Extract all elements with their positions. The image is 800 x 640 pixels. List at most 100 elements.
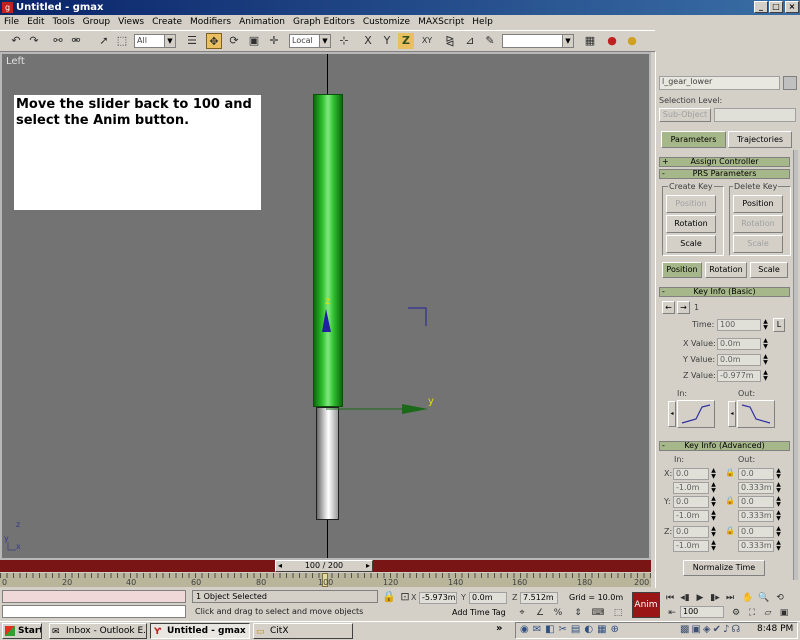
xvalue-field[interactable]: 0.0m: [717, 338, 761, 350]
field-of-view-icon[interactable]: ▱: [760, 605, 776, 621]
axis-y-button[interactable]: Y: [379, 33, 395, 49]
link-icon[interactable]: ⚯: [50, 33, 66, 49]
coord-x-field[interactable]: -5.973m: [419, 592, 457, 604]
play-icon[interactable]: ▶: [692, 590, 708, 606]
zoom-extents-icon[interactable]: ⛶: [744, 605, 760, 621]
named-selection-icon[interactable]: ✎: [482, 33, 498, 49]
lock-key-button[interactable]: L: [773, 318, 785, 332]
menu-create[interactable]: Create: [148, 15, 186, 29]
mirror-icon[interactable]: ⧎: [442, 33, 458, 49]
tray-status-icons[interactable]: ▩▣◈✔♪☊: [680, 624, 742, 635]
adv-z-out-m-field[interactable]: 0.333m: [738, 540, 774, 552]
adv-z-out-spinner[interactable]: ▲ ▼: [775, 526, 782, 538]
render-icon[interactable]: ●: [604, 33, 620, 49]
time-spinner[interactable]: ▲ ▼: [762, 319, 769, 331]
object-color-swatch[interactable]: [783, 76, 797, 90]
coord-z-field[interactable]: 7.512m: [520, 592, 558, 604]
snap-toggle-icon[interactable]: ⌖: [514, 605, 530, 621]
adv-z-lock-icon[interactable]: 🔒: [725, 526, 735, 535]
zvalue-field[interactable]: -0.977m: [717, 370, 761, 382]
menu-maxscript[interactable]: MAXScript: [414, 15, 468, 29]
start-button[interactable]: Start: [2, 623, 42, 639]
menu-tools[interactable]: Tools: [49, 15, 79, 29]
adv-x-in-field[interactable]: 0.0: [673, 468, 709, 480]
out-tangent-button[interactable]: [737, 400, 775, 428]
menu-views[interactable]: Views: [114, 15, 148, 29]
task-outlook[interactable]: ✉ Inbox - Outlook E...: [49, 623, 147, 639]
out-prev-arrow-icon[interactable]: ◂: [728, 401, 736, 427]
maximize-button[interactable]: □: [769, 1, 783, 13]
task-gmax[interactable]: Ƴ Untitled - gmax: [150, 623, 250, 639]
adv-x-in-m-spinner[interactable]: ▲ ▼: [710, 482, 717, 494]
current-frame-field[interactable]: 100: [680, 606, 724, 618]
time-config-icon[interactable]: ⚙: [728, 605, 744, 621]
min-max-toggle-icon[interactable]: ▣: [776, 605, 792, 621]
adv-y-in-m-field[interactable]: -1.0m: [673, 510, 709, 522]
redo-icon[interactable]: ↷: [26, 33, 42, 49]
tab-trajectories[interactable]: Trajectories: [728, 131, 792, 148]
menu-modifiers[interactable]: Modifiers: [186, 15, 235, 29]
next-frame-icon[interactable]: ▮▸: [707, 590, 723, 606]
scale-icon[interactable]: ▣: [246, 33, 262, 49]
adv-z-out-field[interactable]: 0.0: [738, 526, 774, 538]
rotate-icon[interactable]: ⟳: [226, 33, 242, 49]
adv-x-out-field[interactable]: 0.0: [738, 468, 774, 480]
key-info-advanced-rollout[interactable]: - Key Info (Advanced): [659, 441, 790, 451]
axis-z-button[interactable]: Z: [398, 33, 414, 49]
sub-object-button[interactable]: Sub-Object: [659, 108, 711, 122]
add-time-tag-button[interactable]: Add Time Tag: [452, 608, 506, 617]
align-icon[interactable]: ⊿: [462, 33, 478, 49]
adv-y-in-spinner[interactable]: ▲ ▼: [710, 496, 717, 508]
axis-x-button[interactable]: X: [360, 33, 376, 49]
delete-rotation-key-button[interactable]: Rotation: [733, 215, 783, 233]
time-field[interactable]: 100: [717, 319, 761, 331]
xvalue-spinner[interactable]: ▲ ▼: [762, 338, 769, 350]
unlink-icon[interactable]: ⚮: [68, 33, 84, 49]
create-rotation-key-button[interactable]: Rotation: [666, 215, 716, 233]
adv-z-out-m-spinner[interactable]: ▲ ▼: [775, 540, 782, 552]
adv-z-in-m-spinner[interactable]: ▲ ▼: [710, 540, 717, 552]
slider-left-arrow-icon[interactable]: ◂: [278, 561, 282, 571]
tray-icons[interactable]: ◉✉◧✂▤◐▦⊕: [520, 624, 623, 635]
delete-position-key-button[interactable]: Position: [733, 195, 783, 213]
anim-button[interactable]: Anim: [632, 592, 660, 618]
minimize-button[interactable]: _: [754, 1, 768, 13]
mode-rotation-button[interactable]: Rotation: [705, 262, 747, 278]
adv-y-in-m-spinner[interactable]: ▲ ▼: [710, 510, 717, 522]
assign-controller-rollout[interactable]: + Assign Controller: [659, 157, 790, 167]
tab-parameters[interactable]: Parameters: [661, 131, 726, 148]
selection-lock-icon[interactable]: 🔒: [381, 589, 397, 605]
adv-x-in-spinner[interactable]: ▲ ▼: [710, 468, 717, 480]
yvalue-spinner[interactable]: ▲ ▼: [762, 354, 769, 366]
create-position-key-button[interactable]: Position: [666, 195, 716, 213]
prev-key-arrow-icon[interactable]: ←: [662, 301, 675, 314]
spinner-snap-icon[interactable]: ⇕: [570, 605, 586, 621]
adv-y-out-spinner[interactable]: ▲ ▼: [775, 496, 782, 508]
percent-snap-icon[interactable]: %: [550, 605, 566, 621]
slider-right-arrow-icon[interactable]: ▸: [366, 561, 370, 571]
prs-parameters-rollout[interactable]: - PRS Parameters: [659, 169, 790, 179]
transform-center-icon[interactable]: ⊹: [336, 33, 352, 49]
yvalue-field[interactable]: 0.0m: [717, 354, 761, 366]
object-name-field[interactable]: l_gear_lower: [659, 76, 780, 90]
menu-help[interactable]: Help: [468, 15, 497, 29]
quick-render-icon[interactable]: ●: [624, 33, 640, 49]
sub-object-dropdown[interactable]: [714, 108, 796, 122]
key-mode-icon[interactable]: ⇤: [664, 605, 680, 621]
menu-file[interactable]: File: [0, 15, 23, 29]
select-arrow-icon[interactable]: ➚: [96, 33, 112, 49]
delete-scale-key-button[interactable]: Scale: [733, 235, 783, 253]
pan-icon[interactable]: ✋: [740, 590, 756, 606]
selection-filter-dropdown[interactable]: All ▼: [134, 34, 176, 48]
adv-y-in-field[interactable]: 0.0: [673, 496, 709, 508]
next-key-arrow-icon[interactable]: →: [677, 301, 690, 314]
maxscript-input[interactable]: [2, 605, 186, 618]
time-slider[interactable]: ◂ 100 / 200 ▸: [275, 560, 373, 572]
maxscript-listener[interactable]: [2, 590, 186, 603]
axis-xy-button[interactable]: XY: [418, 33, 436, 49]
named-selection-dropdown[interactable]: ▼: [502, 34, 574, 48]
in-prev-arrow-icon[interactable]: ◂: [668, 401, 676, 427]
adv-y-lock-icon[interactable]: 🔒: [725, 496, 735, 505]
adv-x-in-m-field[interactable]: -1.0m: [673, 482, 709, 494]
mode-position-button[interactable]: Position: [662, 262, 702, 278]
